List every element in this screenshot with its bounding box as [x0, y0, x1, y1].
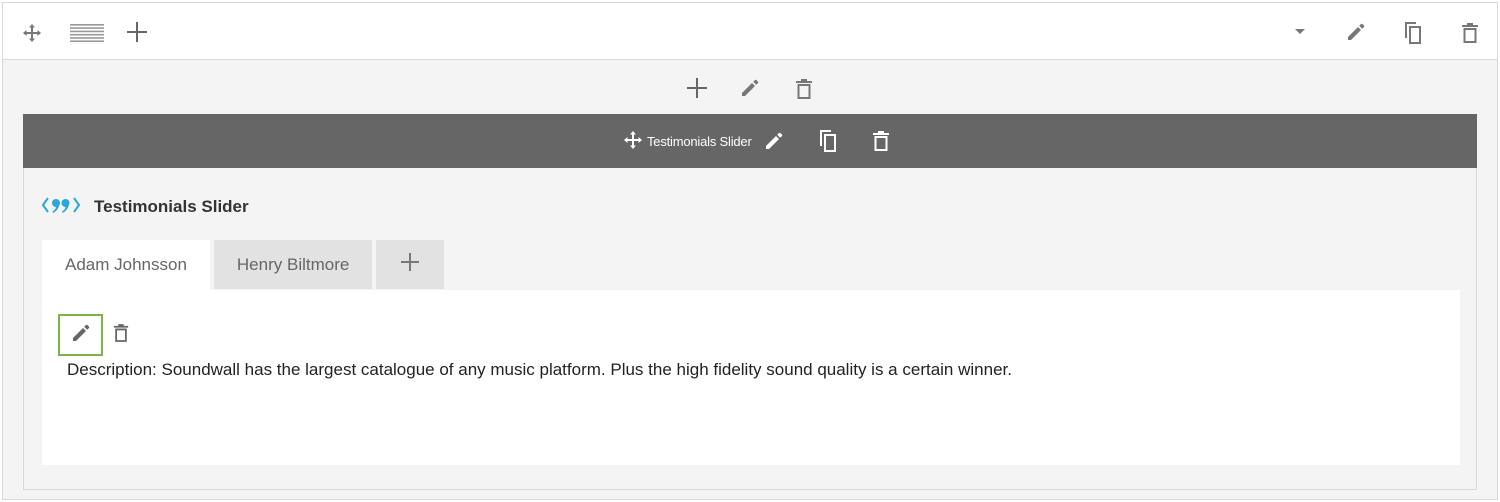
widget-name: Testimonials Slider: [94, 197, 249, 216]
trash-icon[interactable]: [792, 75, 816, 103]
tab-henry-biltmore[interactable]: Henry Biltmore: [213, 240, 373, 289]
plus-icon: [400, 252, 420, 277]
description-label: Description:: [67, 360, 157, 379]
trash-icon[interactable]: [1458, 19, 1482, 47]
dropdown-arrow-icon[interactable]: [1289, 21, 1311, 43]
description: Description: Soundwall has the largest c…: [67, 360, 1012, 380]
trash-icon[interactable]: [869, 127, 893, 155]
plus-icon[interactable]: [124, 19, 150, 45]
pencil-icon[interactable]: [737, 75, 763, 101]
widget-header: Testimonials Slider: [41, 192, 249, 222]
duplicate-icon[interactable]: [1400, 19, 1426, 47]
pencil-icon[interactable]: [1343, 19, 1369, 45]
item-actions: [58, 314, 133, 356]
tab-panel: Description: Soundwall has the largest c…: [42, 290, 1460, 465]
delete-item-button[interactable]: [109, 320, 133, 350]
page-builder-frame: Testimonials Slider Testimonials Slider …: [2, 2, 1498, 500]
duplicate-icon[interactable]: [815, 127, 841, 155]
module-drag-handle[interactable]: Testimonials Slider: [623, 114, 752, 168]
description-text: Soundwall has the largest catalogue of a…: [161, 360, 1012, 379]
quote-icon: [41, 194, 81, 221]
tab-list: Adam Johnsson Henry Biltmore: [42, 240, 445, 290]
move-icon: [623, 130, 643, 153]
add-tab-button[interactable]: [376, 240, 445, 289]
edit-item-button[interactable]: [58, 314, 103, 356]
module-header-bar: Testimonials Slider: [23, 114, 1477, 168]
tab-adam-johnsson[interactable]: Adam Johnsson: [42, 240, 210, 290]
module-title: Testimonials Slider: [647, 133, 752, 149]
pencil-icon[interactable]: [761, 128, 787, 154]
trash-icon: [113, 323, 129, 348]
row-toolbar: [3, 3, 1497, 60]
pencil-icon: [71, 323, 91, 348]
row-layout-icon[interactable]: [69, 20, 105, 46]
move-icon[interactable]: [19, 20, 45, 46]
module-body: Testimonials Slider Adam Johnsson Henry …: [23, 168, 1477, 490]
plus-icon[interactable]: [684, 75, 710, 101]
